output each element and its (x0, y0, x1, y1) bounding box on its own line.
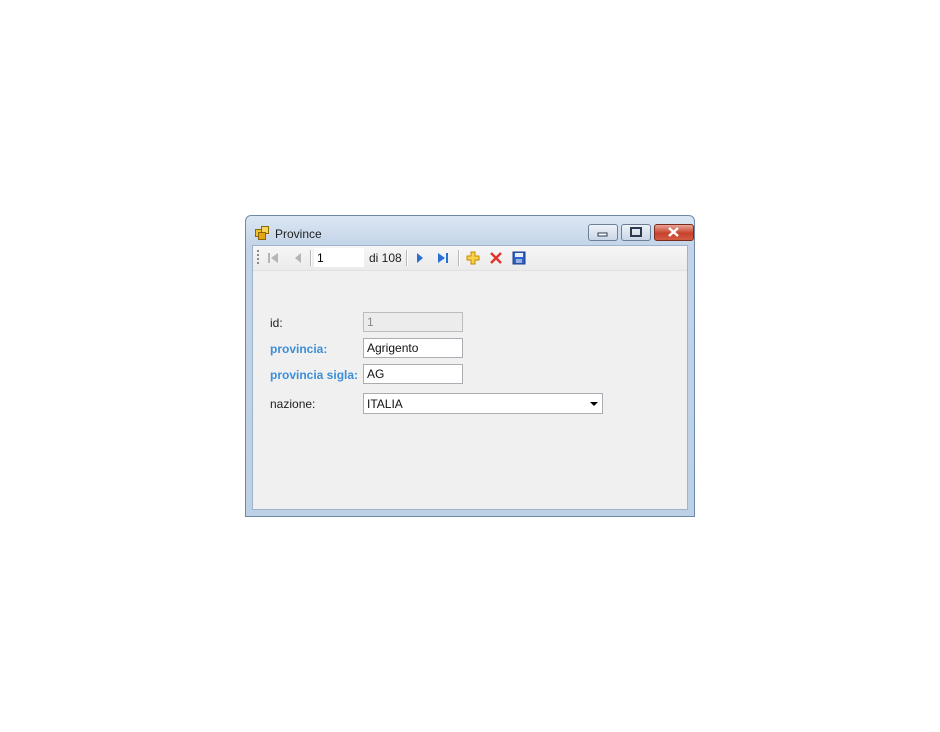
move-last-button[interactable] (434, 249, 452, 267)
sigla-field[interactable] (363, 364, 463, 384)
chevron-down-icon[interactable] (590, 402, 598, 406)
position-input[interactable] (314, 248, 364, 267)
record-count: di 108 (369, 251, 402, 265)
app-icon (255, 226, 269, 240)
move-first-icon (268, 253, 278, 263)
save-button[interactable] (510, 249, 528, 267)
form-client-area: di 108 id: provincia: provincia sigla: (252, 245, 688, 510)
minimize-button[interactable] (588, 224, 618, 241)
toolbar-separator (458, 250, 460, 266)
save-icon (512, 251, 526, 265)
add-new-button[interactable] (464, 249, 482, 267)
maximize-button[interactable] (621, 224, 651, 241)
move-first-button[interactable] (264, 249, 282, 267)
title-bar[interactable]: Province (246, 216, 694, 244)
add-icon (466, 251, 480, 265)
toolbar-separator (406, 250, 408, 266)
maximize-icon (630, 227, 642, 237)
sigla-label: provincia sigla: (270, 368, 359, 382)
close-button[interactable] (654, 224, 694, 241)
binding-navigator: di 108 (253, 246, 687, 271)
move-previous-icon (295, 253, 301, 263)
nazione-combobox[interactable]: ITALIA (363, 393, 603, 414)
province-window: Province di 108 (245, 215, 695, 517)
provincia-label: provincia: (270, 342, 328, 356)
close-icon (668, 227, 679, 237)
minimize-icon (597, 232, 608, 237)
move-previous-button[interactable] (289, 249, 307, 267)
move-last-icon (438, 253, 448, 263)
delete-icon (490, 252, 502, 264)
id-field[interactable] (363, 312, 463, 332)
toolbar-grip[interactable] (257, 250, 259, 265)
move-next-icon (417, 253, 423, 263)
nazione-selected-value: ITALIA (367, 397, 403, 411)
nazione-label: nazione: (270, 397, 316, 411)
provincia-field[interactable] (363, 338, 463, 358)
toolbar-separator (310, 250, 312, 266)
window-title: Province (275, 227, 322, 241)
delete-button[interactable] (487, 249, 505, 267)
id-label: id: (270, 316, 283, 330)
move-next-button[interactable] (411, 249, 429, 267)
